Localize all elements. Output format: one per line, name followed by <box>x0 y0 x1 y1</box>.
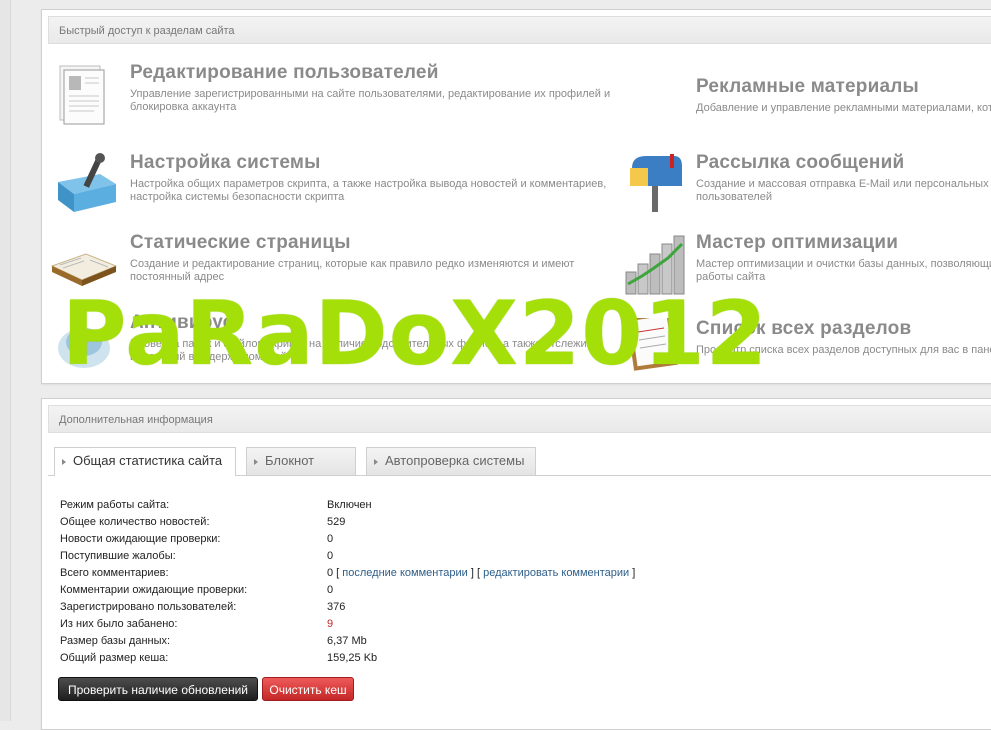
tab-autocheck[interactable]: Автопроверка системы <box>366 447 536 475</box>
qa-title: Рекламные материалы <box>696 76 919 97</box>
document-icon <box>54 62 120 128</box>
check-updates-button[interactable]: Проверить наличие обновлений <box>58 677 258 701</box>
qa-title: Статические страницы <box>130 232 351 253</box>
additional-info-header: Дополнительная информация <box>48 405 991 433</box>
qa-desc: Создание и массовая отправка E-Mail или … <box>696 178 991 203</box>
tab-notepad[interactable]: Блокнот <box>246 447 356 475</box>
qa-edit-users[interactable]: Редактирование пользователей Управление … <box>54 62 614 125</box>
toolbox-icon <box>54 152 120 218</box>
clear-cache-button[interactable]: Очистить кеш <box>262 677 354 701</box>
additional-info-panel: Дополнительная информация Общая статисти… <box>41 398 991 730</box>
last-comments-link[interactable]: последние комментарии <box>342 567 468 579</box>
edit-comments-link[interactable]: редактировать комментарии <box>483 567 629 579</box>
qa-desc: Создание и редактирование страниц, котор… <box>130 258 575 283</box>
qa-title: Рассылка сообщений <box>696 152 905 173</box>
banned-count: 9 <box>327 618 334 630</box>
tab-arrow-icon <box>254 459 258 465</box>
qa-system-settings[interactable]: Настройка системы Настройка общих параме… <box>54 152 614 212</box>
tab-site-stats[interactable]: Общая статистика сайта <box>54 447 236 476</box>
quick-access-header: Быстрый доступ к разделам сайта <box>48 16 991 44</box>
qa-desc: Настройка общих параметров скрипта, а та… <box>130 178 607 203</box>
qa-ads[interactable]: Рекламные материалы Добавление и управле… <box>622 76 991 136</box>
left-sidebar-strip <box>0 0 11 721</box>
qa-desc: Управление зарегистрированными на сайте … <box>130 88 611 113</box>
qa-mailing[interactable]: Рассылка сообщений Создание и массовая о… <box>622 152 991 212</box>
watermark-text: PaRaDoX2012 <box>62 282 768 385</box>
tab-arrow-icon <box>62 459 66 465</box>
info-tabs: Общая статистика сайта Блокнот Автопрове… <box>48 445 991 476</box>
mailbox-icon <box>622 152 688 218</box>
qa-title: Настройка системы <box>130 152 321 173</box>
qa-title: Редактирование пользователей <box>130 62 439 83</box>
qa-desc: Мастер оптимизации и очистки базы данных… <box>696 258 991 283</box>
qa-desc: Добавление и управление рекламными матер… <box>696 102 991 114</box>
tab-arrow-icon <box>374 459 378 465</box>
qa-title: Мастер оптимизации <box>696 232 899 253</box>
